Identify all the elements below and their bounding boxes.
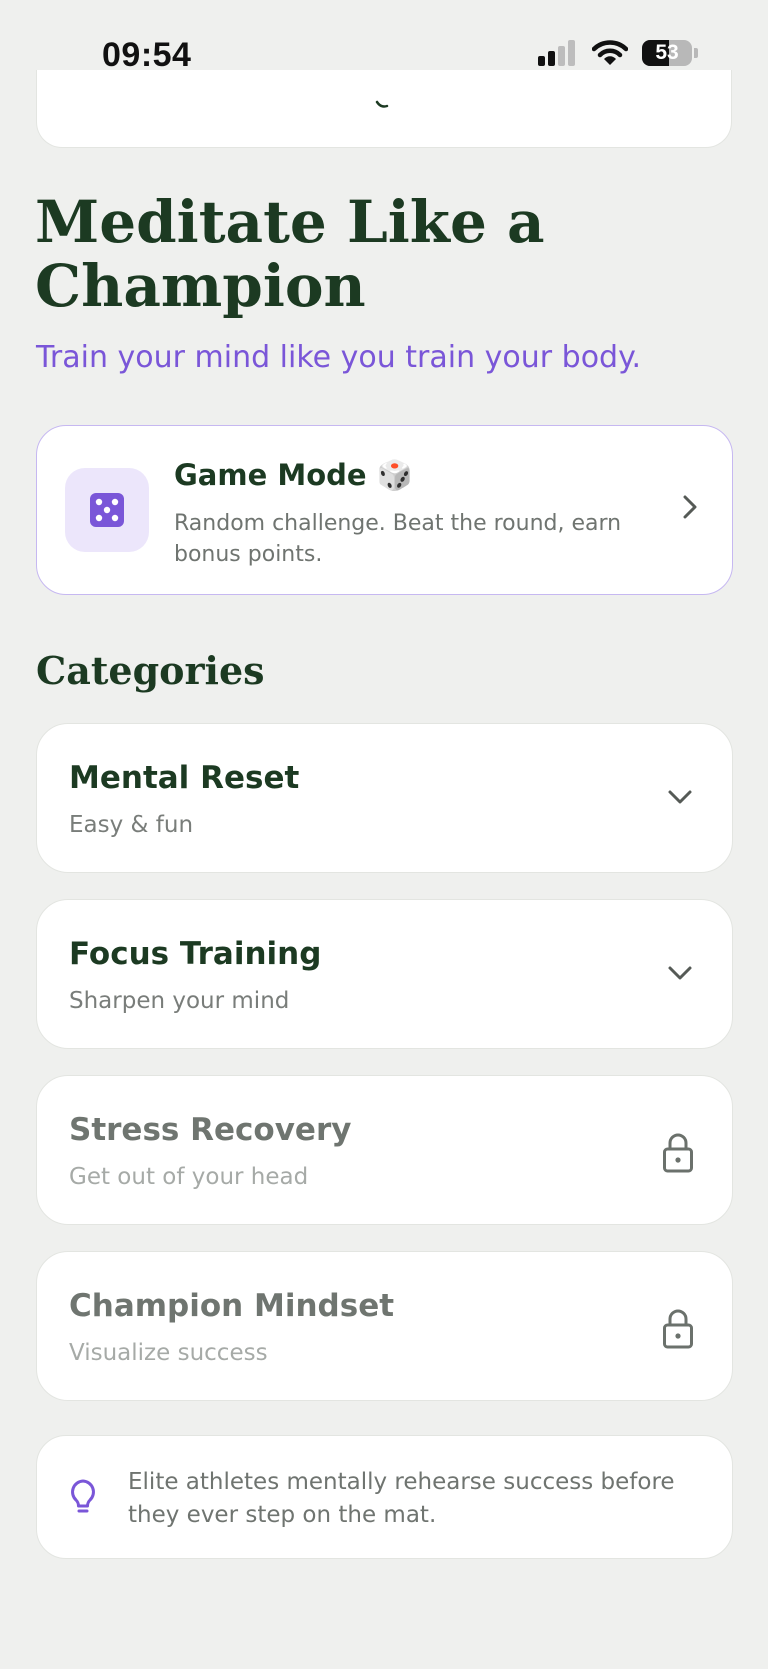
category-subtitle: Visualize success: [69, 1340, 268, 1366]
lock-icon: [663, 1133, 693, 1173]
game-mode-title: Game Mode 🎲: [174, 458, 413, 492]
tip-text: Elite athletes mentally rehearse success…: [128, 1469, 675, 1528]
category-subtitle: Sharpen your mind: [69, 988, 290, 1014]
category-card-focus-training[interactable]: Focus Training Sharpen your mind: [36, 899, 733, 1049]
chevron-right-icon: [683, 495, 697, 519]
tip-card: Elite athletes mentally rehearse success…: [36, 1435, 733, 1559]
lightbulb-icon: [71, 1479, 95, 1513]
previous-card[interactable]: [36, 70, 732, 148]
category-title: Focus Training: [69, 936, 322, 972]
category-subtitle: Easy & fun: [69, 812, 194, 838]
category-card-mental-reset[interactable]: Mental Reset Easy & fun: [36, 723, 733, 873]
battery-level: 53: [655, 41, 679, 64]
cellular-signal-icon: [538, 40, 575, 66]
lock-icon: [663, 1309, 693, 1349]
category-title: Stress Recovery: [69, 1112, 352, 1148]
partial-icon: [375, 100, 389, 108]
chevron-down-icon[interactable]: [666, 780, 694, 816]
page-title: Meditate Like a Champion: [35, 188, 545, 320]
dice-icon: [90, 493, 124, 527]
category-title: Mental Reset: [69, 760, 300, 796]
chevron-down-icon[interactable]: [666, 956, 694, 992]
category-title: Champion Mindset: [69, 1288, 395, 1324]
game-mode-icon-box: [65, 468, 149, 552]
category-card-stress-recovery[interactable]: Stress Recovery Get out of your head: [36, 1075, 733, 1225]
battery-indicator: 53: [642, 40, 698, 66]
wifi-icon: [592, 40, 628, 65]
game-mode-description: Random challenge. Beat the round, earn b…: [174, 511, 622, 567]
category-card-champion-mindset[interactable]: Champion Mindset Visualize success: [36, 1251, 733, 1401]
categories-heading: Categories: [36, 648, 265, 693]
category-subtitle: Get out of your head: [69, 1164, 309, 1190]
page-subtitle: Train your mind like you train your body…: [36, 340, 642, 375]
game-mode-card[interactable]: Game Mode 🎲 Random challenge. Beat the r…: [36, 425, 733, 595]
status-icons: 53: [538, 40, 698, 66]
